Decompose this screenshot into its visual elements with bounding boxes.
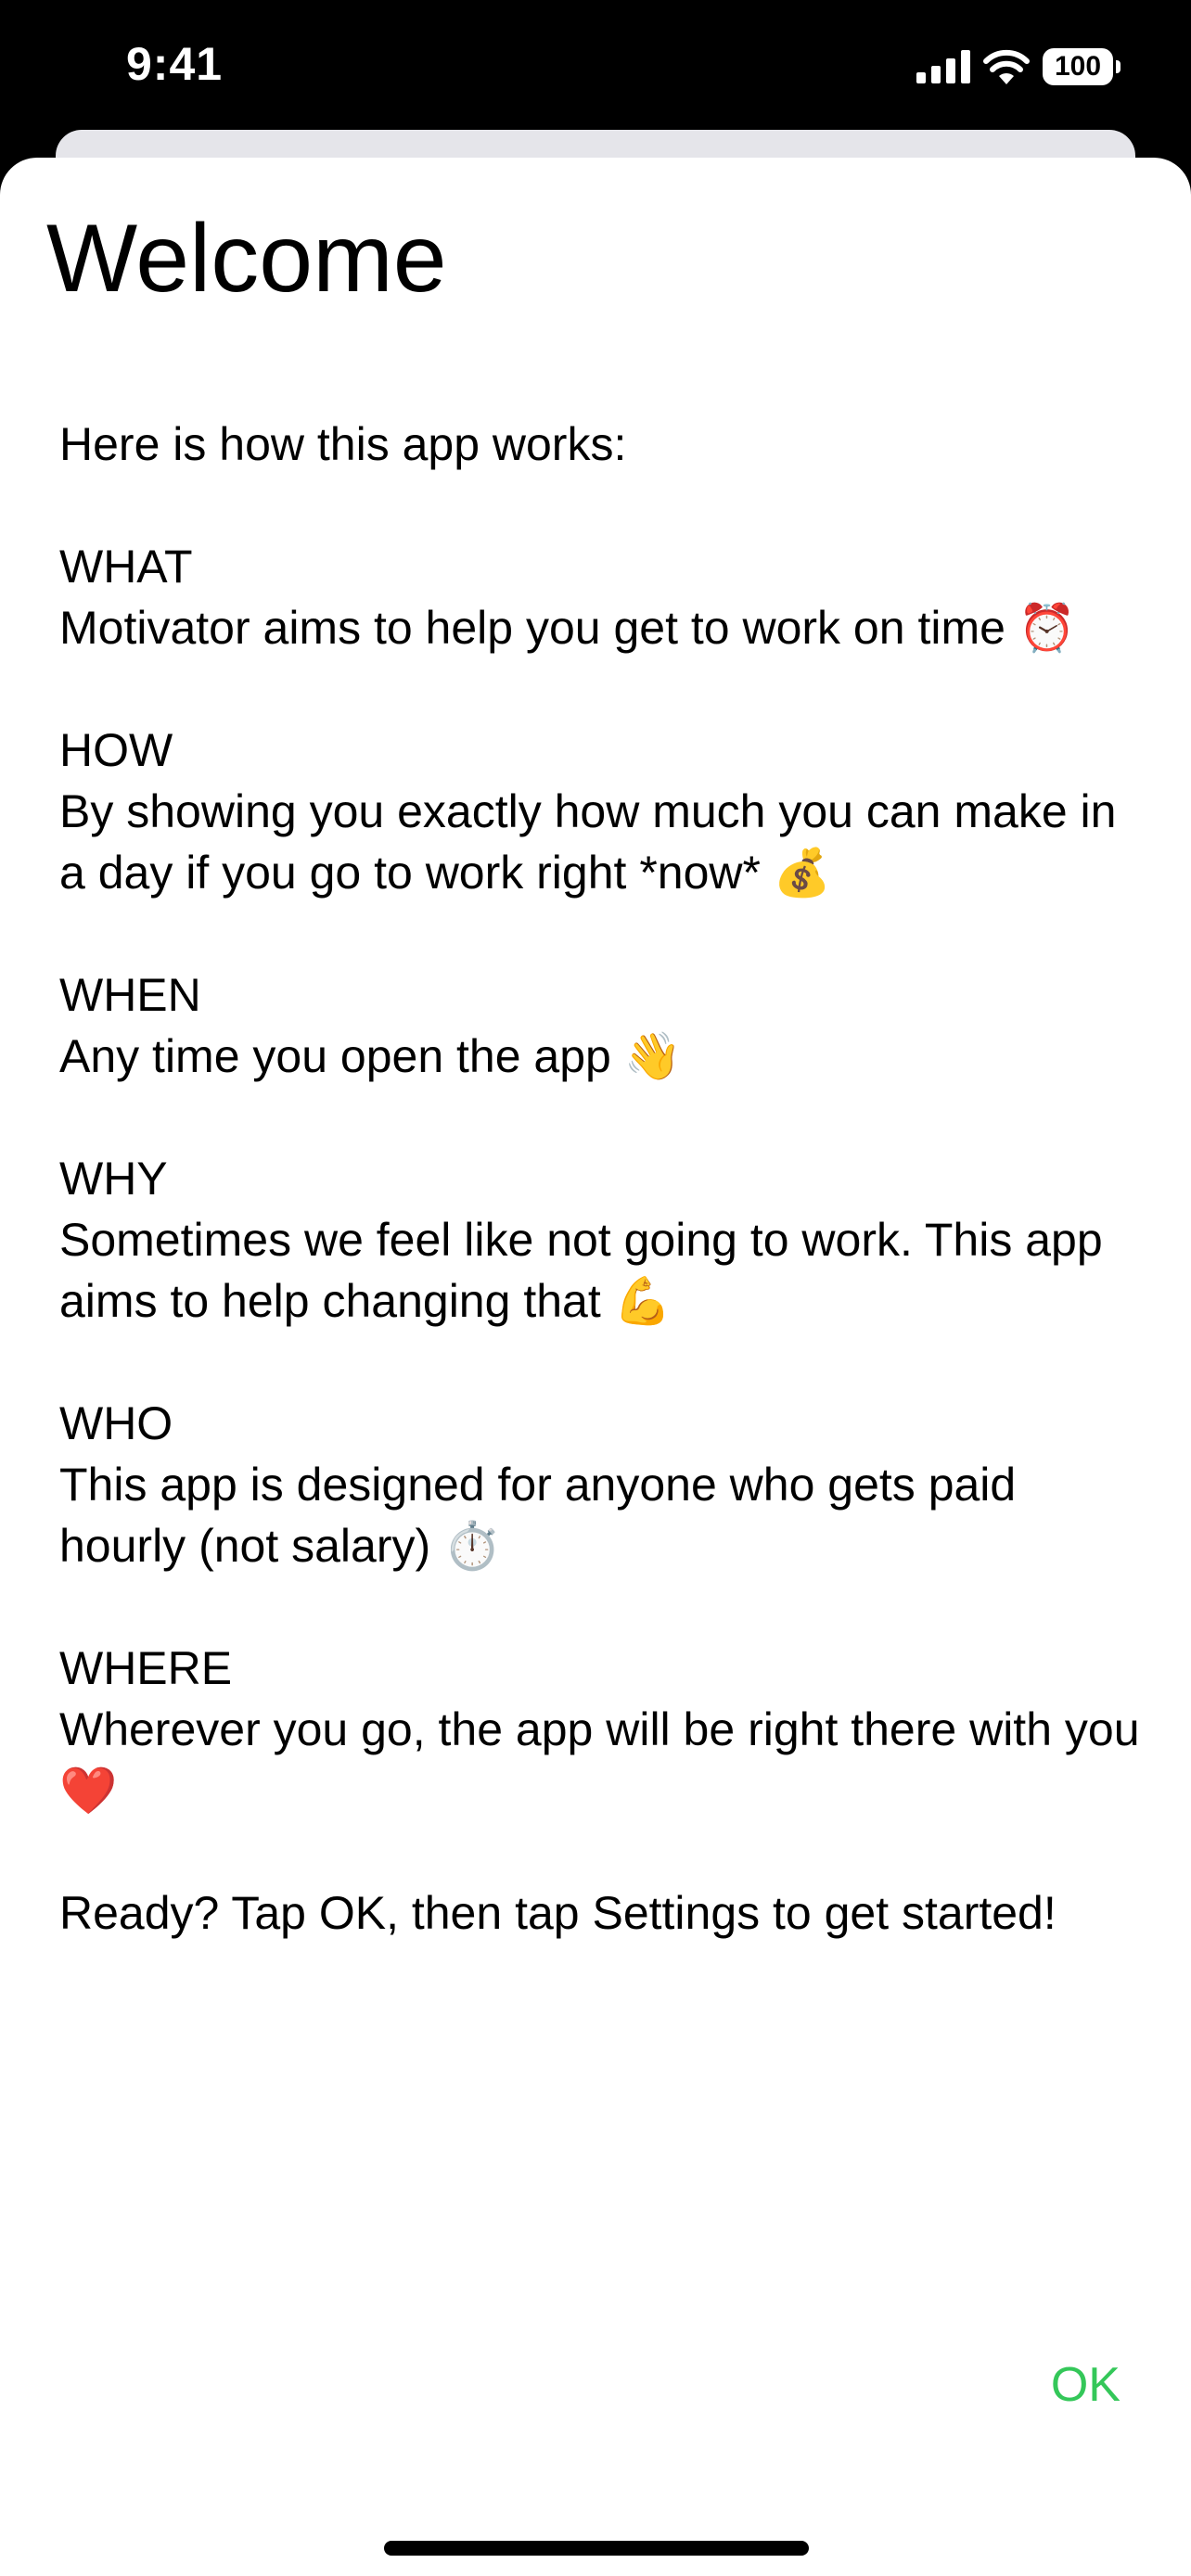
home-indicator[interactable] xyxy=(384,2541,809,2556)
status-icons: 100 xyxy=(916,45,1121,89)
screen: 9:41 100 Welcome Here is how this app wo… xyxy=(0,0,1191,2576)
section-who: WHO This app is designed for anyone who … xyxy=(59,1393,1145,1576)
closing-text: Ready? Tap OK, then tap Settings to get … xyxy=(59,1887,1057,1939)
section-body: Motivator aims to help you get to work o… xyxy=(59,602,1077,654)
status-bar: 9:41 100 xyxy=(0,0,1191,130)
section-body: This app is designed for anyone who gets… xyxy=(59,1459,1017,1572)
section-where: WHERE Wherever you go, the app will be r… xyxy=(59,1638,1145,1821)
section-body: Any time you open the app 👋 xyxy=(59,1030,682,1082)
section-why: WHY Sometimes we feel like not going to … xyxy=(59,1148,1145,1332)
welcome-content: Here is how this app works: WHAT Motivat… xyxy=(59,414,1145,1944)
section-heading: HOW xyxy=(59,724,173,776)
section-heading: WHAT xyxy=(59,541,193,593)
section-when: WHEN Any time you open the app 👋 xyxy=(59,964,1145,1087)
section-heading: WHEN xyxy=(59,969,201,1021)
status-time: 9:41 xyxy=(126,38,224,90)
intro-text: Here is how this app works: xyxy=(59,418,627,470)
signal-icon xyxy=(916,50,970,83)
section-heading: WHY xyxy=(59,1153,168,1205)
wifi-icon xyxy=(983,49,1030,84)
section-body: By showing you exactly how much you can … xyxy=(59,785,1117,899)
welcome-sheet: Welcome Here is how this app works: WHAT… xyxy=(0,158,1191,2576)
battery-icon: 100 xyxy=(1043,48,1121,85)
section-body: Wherever you go, the app will be right t… xyxy=(59,1703,1140,1817)
section-body: Sometimes we feel like not going to work… xyxy=(59,1214,1103,1327)
section-heading: WHO xyxy=(59,1397,173,1449)
sheet-title: Welcome xyxy=(46,205,447,312)
section-what: WHAT Motivator aims to help you get to w… xyxy=(59,536,1145,658)
section-heading: WHERE xyxy=(59,1642,233,1694)
battery-level: 100 xyxy=(1054,51,1102,82)
ok-button[interactable]: OK xyxy=(1051,2357,1121,2413)
section-how: HOW By showing you exactly how much you … xyxy=(59,720,1145,903)
